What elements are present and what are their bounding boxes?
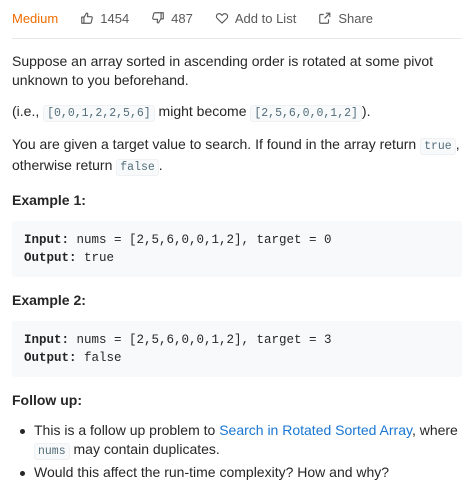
problem-description: Suppose an array sorted in ascending ord… (12, 52, 462, 484)
example-2-input-value: nums = [2,5,6,0,0,1,2], target = 3 (69, 333, 332, 347)
example-2-heading: Example 2: (12, 292, 86, 308)
example-2-block: Input: nums = [2,5,6,0,0,1,2], target = … (12, 321, 462, 377)
problem-toolbar: Medium 1454 487 Add to List Share (12, 9, 462, 27)
related-problem-link[interactable]: Search in Rotated Sorted Array (219, 422, 412, 438)
list-item: Would this affect the run-time complexit… (20, 463, 462, 482)
true-code: true (420, 138, 456, 155)
example-2-output-value: false (76, 351, 122, 365)
difficulty-badge: Medium (12, 10, 59, 26)
thumbs-up-icon (81, 12, 94, 24)
add-to-list-label: Add to List (234, 10, 297, 26)
dislike-button[interactable]: 487 (151, 11, 193, 26)
share-label: Share (338, 10, 374, 26)
example-1-output-label: Output: (24, 251, 77, 265)
share-icon (319, 12, 331, 24)
example-1-input-label: Input: (24, 233, 70, 247)
example-1-heading: Example 1: (12, 192, 86, 208)
false-code: false (116, 159, 159, 176)
example-array-code: [0,0,1,2,2,5,6] (43, 105, 155, 122)
toolbar-divider (12, 38, 462, 39)
example-2-input-label: Input: (24, 333, 70, 347)
like-count: 1454 (100, 10, 130, 26)
heart-icon (215, 13, 229, 24)
like-button[interactable]: 1454 (80, 11, 129, 26)
example-2-output-label: Output: (24, 351, 77, 365)
example-1-input-value: nums = [2,5,6,0,0,1,2], target = 0 (69, 233, 332, 247)
dislike-count: 487 (171, 10, 193, 26)
rotated-array-code: [2,5,6,0,0,1,2] (250, 105, 362, 122)
follow-up-list: This is a follow up problem to Search in… (12, 421, 462, 482)
description-paragraph-1: Suppose an array sorted in ascending ord… (12, 53, 434, 88)
add-to-list-button[interactable]: Add to List (215, 11, 296, 26)
list-item: This is a follow up problem to Search in… (20, 421, 462, 461)
example-1-block: Input: nums = [2,5,6,0,0,1,2], target = … (12, 221, 462, 277)
share-button[interactable]: Share (318, 11, 373, 26)
follow-up-heading: Follow up: (12, 392, 82, 408)
example-1-output-value: true (76, 251, 115, 265)
nums-code: nums (34, 443, 70, 460)
description-paragraph-3: You are given a target value to search. … (12, 136, 460, 176)
thumbs-down-icon (152, 12, 164, 24)
description-paragraph-2: (i.e., [0,0,1,2,2,5,6] might become [2,5… (12, 103, 371, 122)
